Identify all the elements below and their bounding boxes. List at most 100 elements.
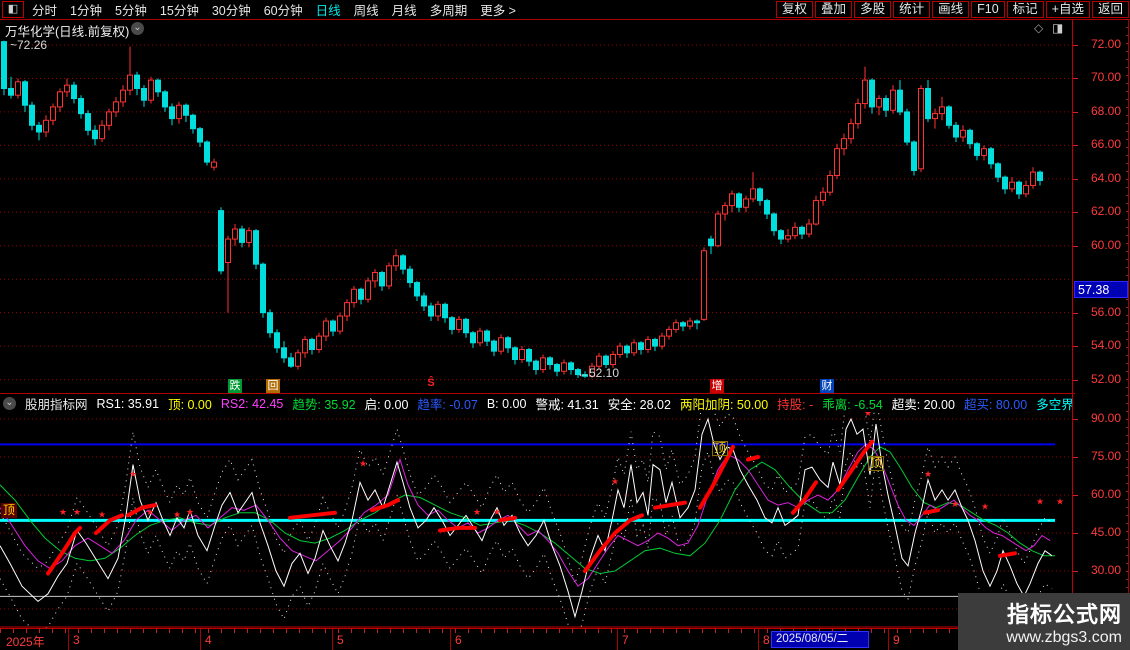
price-axis-label: 70.00: [1090, 70, 1121, 85]
price-axis-tick: [1073, 212, 1078, 214]
month-label: 3: [73, 633, 80, 647]
button-复权[interactable]: 复权: [776, 1, 814, 18]
svg-text:★: ★: [1056, 497, 1064, 507]
month-divider: [450, 629, 451, 650]
tab-30分钟[interactable]: 30分钟: [212, 0, 251, 19]
indicator-field-趋势: 趋势: 35.92: [292, 398, 356, 412]
tab-分时[interactable]: 分时: [32, 0, 57, 19]
indicator-axis-label: 30.00: [1090, 562, 1121, 577]
watermark-url: www.zbgs3.com: [1006, 629, 1122, 646]
tab-1分钟[interactable]: 1分钟: [70, 0, 102, 19]
diamond-icon[interactable]: ◇: [1034, 21, 1043, 35]
candlestick-chart[interactable]: [0, 37, 1072, 394]
tab-周线[interactable]: 周线: [354, 0, 379, 19]
indicator-axis-tick: [1073, 570, 1078, 572]
tab-60分钟[interactable]: 60分钟: [264, 0, 303, 19]
svg-text:★: ★: [173, 509, 181, 519]
button-F10[interactable]: F10: [971, 1, 1005, 18]
indicator-axis-tick: [1073, 456, 1078, 458]
price-axis-label: 64.00: [1090, 170, 1121, 185]
price-axis-tick: [1073, 145, 1078, 147]
month-divider: [888, 629, 889, 650]
svg-text:★: ★: [611, 476, 619, 486]
indicator-field-乖离: 乖离: -6.54: [822, 398, 883, 412]
toolbar-buttons: 复权 叠加 多股 统计 画线 F10 标记 +自选 返回: [776, 0, 1129, 19]
indicator-axis-label: 90.00: [1090, 411, 1121, 425]
button-多股[interactable]: 多股: [854, 1, 892, 18]
svg-text:★: ★: [98, 509, 106, 519]
indicator-field-RS2: RS2: 42.45: [220, 396, 284, 411]
indicator-field-RS1: RS1: 35.91: [96, 396, 160, 411]
indicator-field-B: B: 0.00: [486, 396, 527, 411]
watermark-title: 指标公式网: [1006, 602, 1122, 627]
button-统计[interactable]: 统计: [893, 1, 931, 18]
svg-text:★: ★: [924, 469, 932, 479]
tab-月线[interactable]: 月线: [392, 0, 417, 19]
indicator-name: 股朋指标网: [25, 398, 88, 412]
tab-日线[interactable]: 日线: [316, 0, 341, 19]
indicator-axis-label: 60.00: [1090, 486, 1121, 501]
watermark: 指标公式网 www.zbgs3.com: [958, 593, 1130, 650]
month-divider: [617, 629, 618, 650]
month-label: 4: [205, 633, 212, 647]
button-叠加[interactable]: 叠加: [815, 1, 853, 18]
price-axis-tick: [1073, 245, 1078, 247]
month-divider: [332, 629, 333, 650]
month-label: 8: [763, 633, 770, 647]
title-bar: 万华化学(日线.前复权) ⌄ ◇ ◨: [0, 19, 1072, 39]
month-divider: [758, 629, 759, 650]
layout-icon[interactable]: ◨: [1052, 21, 1063, 35]
price-axis-tick: [1073, 178, 1078, 180]
button-返回[interactable]: 返回: [1091, 1, 1129, 18]
price-axis: 57.38 72.00 70.00 68.00 66.00 64.00 62.00 60.0…: [1072, 19, 1129, 628]
svg-text:★: ★: [981, 502, 989, 512]
price-axis-tick: [1073, 312, 1078, 314]
price-axis-tick: [1073, 78, 1078, 80]
month-label: 9: [893, 633, 900, 647]
indicator-axis-tick: [1073, 494, 1078, 496]
tab-15分钟[interactable]: 15分钟: [160, 0, 199, 19]
last-price-badge: 57.38: [1074, 280, 1128, 298]
indicator-field-超卖: 超卖: 20.00: [891, 398, 955, 412]
price-axis-label: 62.00: [1090, 204, 1121, 219]
price-axis-label: 54.00: [1090, 338, 1121, 353]
price-axis-label: 68.00: [1090, 103, 1121, 118]
window-split-icon[interactable]: ◧: [2, 1, 24, 18]
indicator-chart[interactable]: ★ ★ ★ ★ ★ ★ ★ ★ ★ ★ ★ ★ ★ ★ ★ ★ ★: [0, 412, 1072, 628]
button-+自选[interactable]: +自选: [1045, 1, 1090, 18]
svg-text:★: ★: [493, 507, 501, 517]
price-axis-tick: [1073, 111, 1078, 113]
indicator-field-警戒: 警戒: 41.31: [535, 398, 599, 412]
month-label: 7: [622, 633, 629, 647]
price-axis-tick: [1073, 379, 1078, 381]
button-标记[interactable]: 标记: [1006, 1, 1044, 18]
svg-text:★: ★: [59, 507, 67, 517]
indicator-field-启: 启: 0.00: [364, 398, 409, 412]
indicator-axis-label: 45.00: [1090, 524, 1121, 539]
indicator-field-超买: 超买: 80.00: [963, 398, 1028, 412]
indicator-field-多空界: 多空界: 50.00: [1036, 398, 1075, 412]
svg-text:★: ★: [359, 459, 367, 469]
indicator-field-安全: 安全: 28.02: [607, 398, 671, 412]
svg-text:★: ★: [186, 507, 194, 517]
year-label: 2025年: [6, 635, 45, 649]
price-axis-tick: [1073, 346, 1078, 348]
indicator-field-持股: 持股: -: [777, 398, 814, 412]
chevron-down-icon[interactable]: ⌄: [3, 397, 16, 410]
toolbar: ◧ 分时 1分钟 5分钟 15分钟 30分钟 60分钟 日线 周线 月线 多周期 更多 > 复权 叠加…: [0, 0, 1130, 20]
svg-text:★: ★: [864, 412, 872, 418]
tab-5分钟[interactable]: 5分钟: [115, 0, 147, 19]
price-axis-label: 72.00: [1090, 37, 1121, 51]
period-tabs: 分时 1分钟 5分钟 15分钟 30分钟 60分钟 日线 周线 月线 多周期 更多 >: [32, 0, 516, 19]
month-label: 6: [455, 633, 462, 647]
axis-ruler: [1126, 19, 1129, 628]
button-画线[interactable]: 画线: [932, 1, 970, 18]
chevron-down-icon[interactable]: ⌄: [131, 22, 144, 35]
tab-多周期[interactable]: 多周期: [430, 0, 468, 19]
svg-text:★: ★: [473, 507, 481, 517]
month-divider: [68, 629, 69, 650]
selected-date-badge: 2025/08/05/二: [771, 631, 869, 648]
price-axis-label: 60.00: [1090, 237, 1121, 252]
tab-更多 >[interactable]: 更多 >: [480, 0, 516, 19]
indicator-axis-tick: [1073, 532, 1078, 534]
